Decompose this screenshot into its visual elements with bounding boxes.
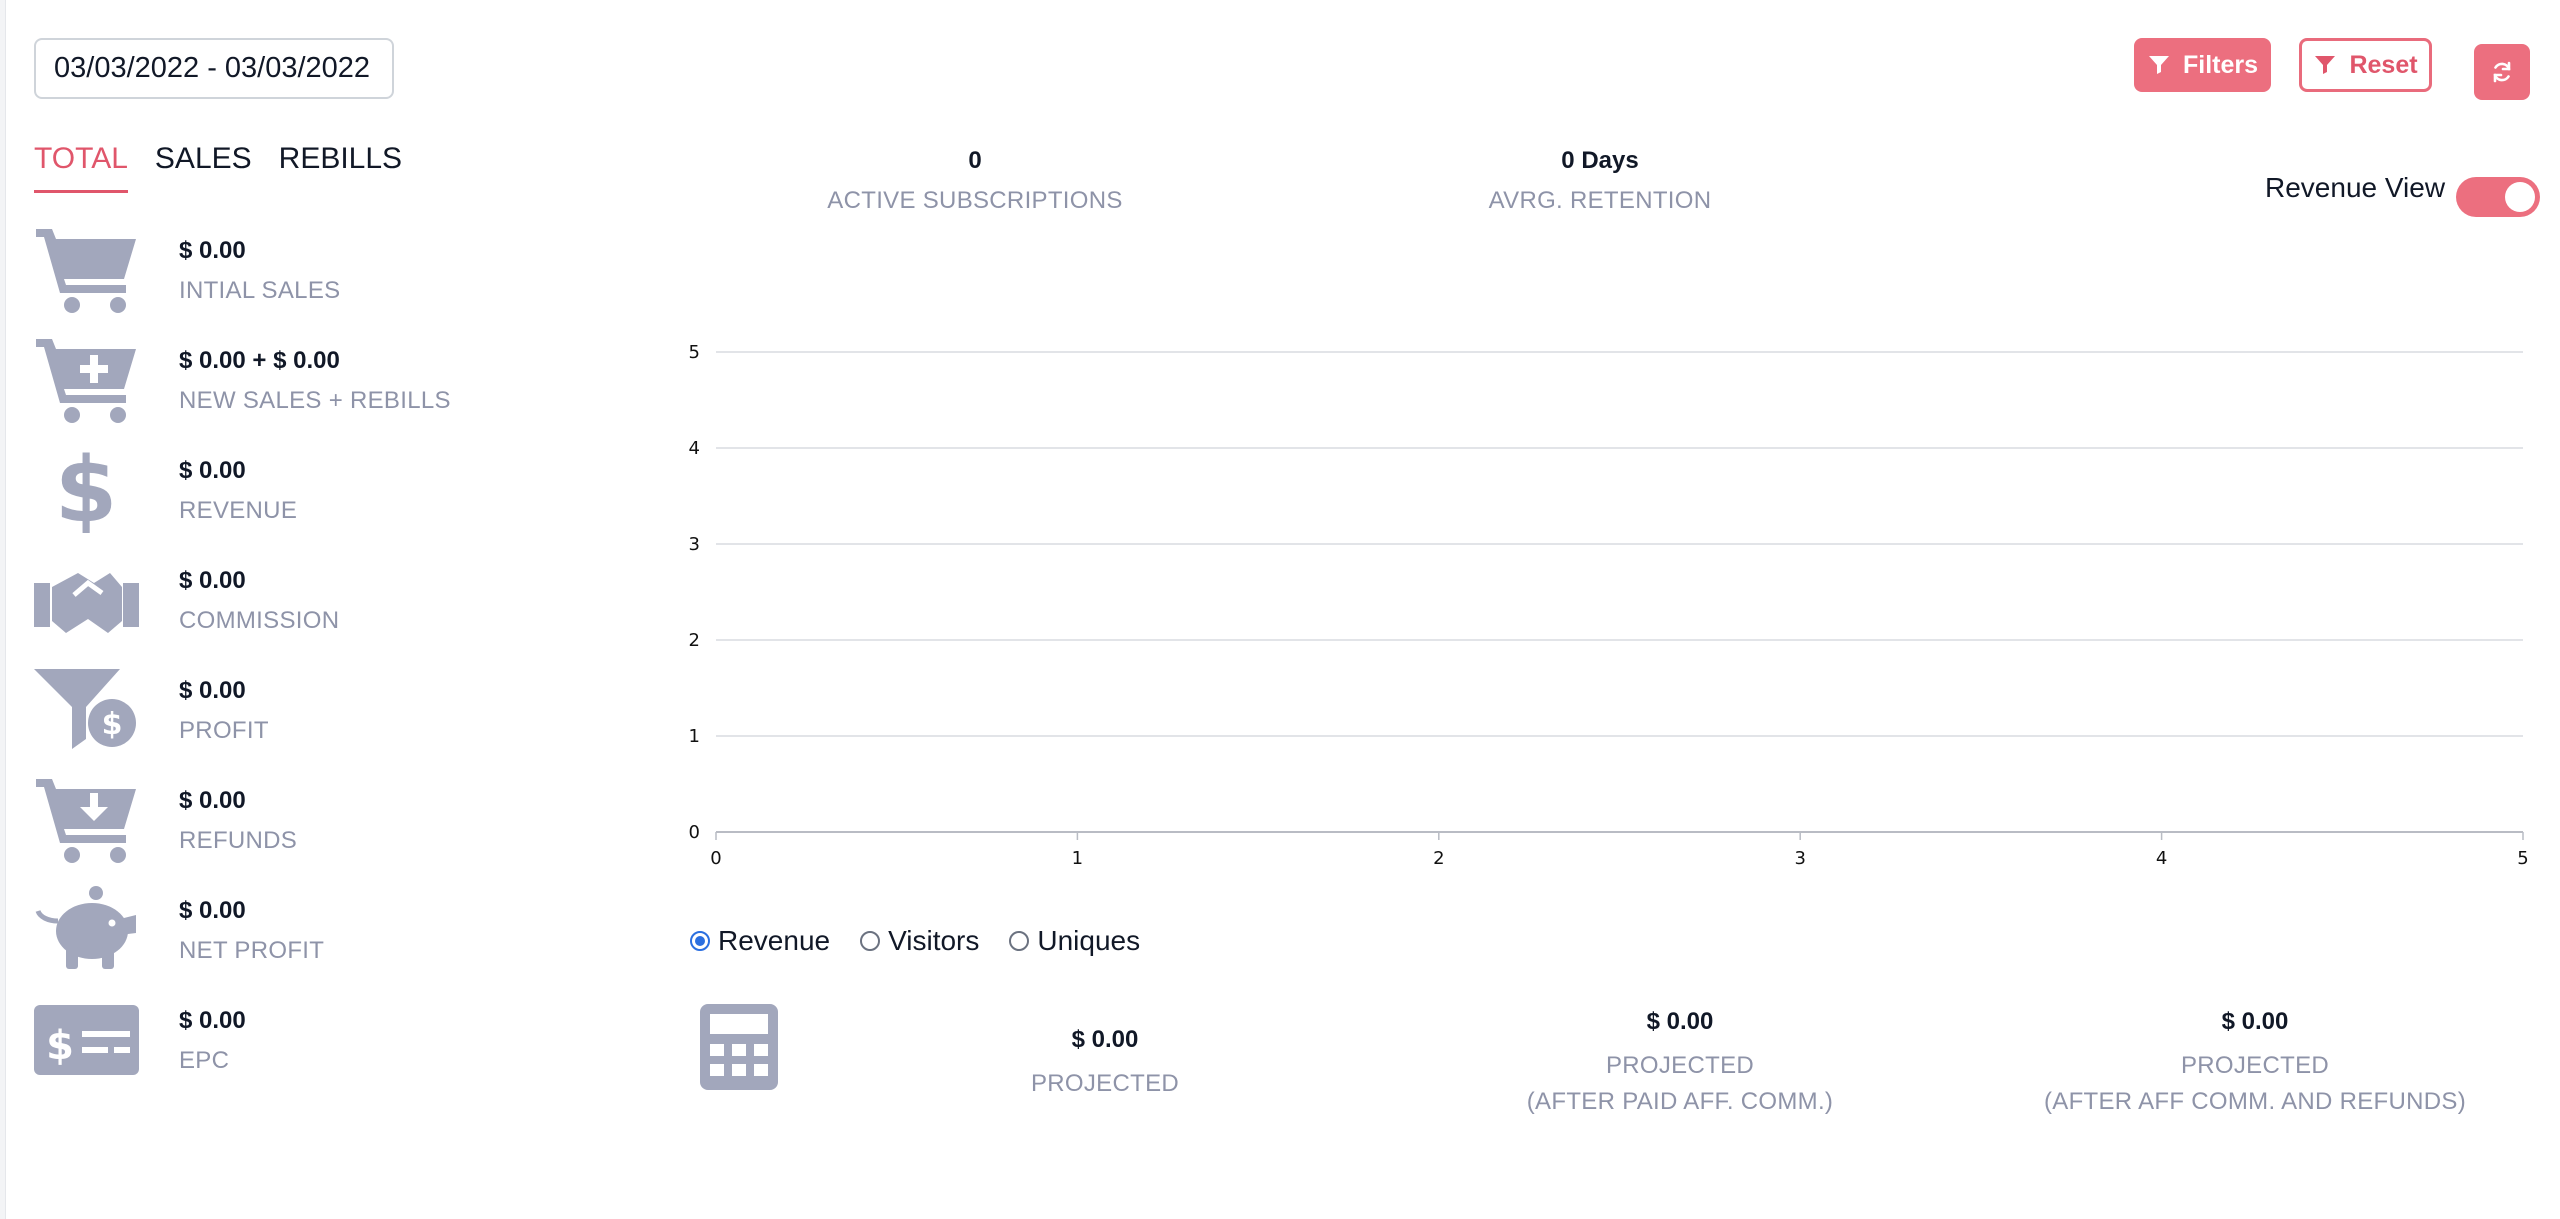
- metric-value: $ 0.00 + $ 0.00: [179, 347, 340, 374]
- metric-value: $ 0.00: [179, 567, 246, 594]
- projected-label-main: PROJECTED: [2180, 1052, 2330, 1079]
- svg-text:$: $: [55, 445, 118, 533]
- metric-label: NET PROFIT: [179, 937, 325, 964]
- metric-label: COMMISSION: [179, 607, 340, 634]
- projected-value: $ 0.00: [1071, 1026, 1139, 1053]
- piggy-bank-icon: [34, 885, 139, 973]
- x-tick-label: 4: [2156, 848, 2167, 869]
- metric-revenue: $ $ 0.00 REVENUE: [34, 438, 534, 543]
- tab-sales[interactable]: SALES: [155, 142, 252, 193]
- y-tick-label: 5: [689, 342, 700, 363]
- projected-value: $ 0.00: [1646, 1008, 1714, 1035]
- projected-label-sub: (AFTER PAID AFF. COMM.): [1526, 1088, 1834, 1115]
- view-tabs: TOTAL SALES REBILLS: [34, 142, 402, 193]
- stat-value: 0 Days: [1561, 147, 1639, 174]
- cart-arrow-down-icon: [34, 775, 139, 863]
- metric-profit: $ $ 0.00 PROFIT: [34, 665, 534, 755]
- metric-label: EPC: [179, 1047, 230, 1074]
- money-check-icon: $: [34, 995, 139, 1083]
- radio-dot[interactable]: [690, 931, 710, 951]
- metric-epc: $ $ 0.00 EPC: [34, 995, 534, 1085]
- y-tick-label: 0: [689, 822, 700, 843]
- y-tick-label: 3: [689, 534, 700, 555]
- projected-label: PROJECTED (AFTER AFF COMM. AND REFUNDS): [2010, 1048, 2500, 1120]
- metric-label: REFUNDS: [179, 827, 298, 854]
- metric-value: $ 0.00: [179, 237, 246, 264]
- x-tick-label: 1: [1072, 848, 1083, 869]
- svg-text:$: $: [46, 1023, 74, 1069]
- x-tick-label: 2: [1433, 848, 1444, 869]
- filter-icon: [2315, 56, 2336, 74]
- left-edge-border: [0, 0, 6, 1219]
- y-tick-label: 4: [689, 438, 700, 459]
- metric-value: $ 0.00: [179, 787, 246, 814]
- projected-total: $ 0.00 PROJECTED: [985, 1026, 1225, 1102]
- metric-label: NEW SALES + REBILLS: [179, 387, 451, 414]
- revenue-view-label: Revenue View: [2265, 172, 2446, 203]
- calculator-icon: [700, 1004, 778, 1090]
- tab-rebills[interactable]: REBILLS: [279, 142, 402, 193]
- refresh-button[interactable]: [2474, 44, 2530, 100]
- radio-revenue[interactable]: Revenue: [690, 925, 830, 957]
- metric-refunds: $ 0.00 REFUNDS: [34, 775, 534, 865]
- filters-button-label: Filters: [2182, 50, 2259, 79]
- revenue-chart: 0 1 2 3 4 5 0 1 2 3 4 5: [689, 342, 2529, 869]
- metric-initial-sales: $ 0.00 INTIAL SALES: [34, 225, 534, 315]
- dollar-icon: $: [34, 438, 139, 543]
- metric-new-sales-rebills: $ 0.00 + $ 0.00 NEW SALES + REBILLS: [34, 335, 534, 425]
- radio-label: Revenue: [718, 925, 831, 956]
- radio-label: Visitors: [888, 925, 980, 956]
- chart-mode-radios: Revenue Visitors Uniques: [690, 925, 1140, 957]
- stat-label: ACTIVE SUBSCRIPTIONS: [827, 187, 1123, 214]
- x-tick-label: 3: [1794, 848, 1805, 869]
- radio-dot[interactable]: [1009, 931, 1030, 951]
- radio-visitors[interactable]: Visitors: [860, 925, 979, 957]
- radio-label: Uniques: [1037, 925, 1141, 956]
- funnel-dollar-icon: $: [34, 665, 139, 753]
- y-tick-label: 2: [689, 630, 700, 651]
- tab-total[interactable]: TOTAL: [34, 142, 128, 193]
- metric-net-profit: $ 0.00 NET PROFIT: [34, 885, 534, 975]
- y-tick-label: 1: [689, 726, 700, 747]
- x-tick-label: 0: [710, 848, 721, 869]
- revenue-view-toggle[interactable]: [2456, 177, 2540, 217]
- stat-active-subscriptions: 0 ACTIVE SUBSCRIPTIONS: [820, 147, 1130, 215]
- stat-value: 0: [968, 147, 982, 174]
- x-tick-label: 5: [2517, 848, 2528, 869]
- projected-label-sub: (AFTER AFF COMM. AND REFUNDS): [2043, 1088, 2467, 1115]
- stat-label: AVRG. RETENTION: [1488, 187, 1712, 214]
- projected-label: PROJECTED (AFTER PAID AFF. COMM.): [1480, 1048, 1880, 1120]
- metric-value: $ 0.00: [179, 677, 246, 704]
- metric-label: PROFIT: [179, 717, 269, 744]
- metric-label: INTIAL SALES: [179, 277, 341, 304]
- date-range-picker[interactable]: 03/03/2022 - 03/03/2022: [34, 38, 394, 99]
- refresh-icon: [2493, 61, 2511, 83]
- reset-button[interactable]: Reset: [2299, 38, 2432, 92]
- cart-icon: [34, 225, 139, 313]
- toggle-knob: [2505, 182, 2535, 212]
- metric-value: $ 0.00: [179, 1007, 246, 1034]
- projected-label: PROJECTED: [1030, 1070, 1180, 1097]
- metric-commission: $ 0.00 COMMISSION: [34, 555, 534, 645]
- metric-value: $ 0.00: [179, 457, 246, 484]
- reset-button-label: Reset: [2349, 50, 2418, 79]
- radio-dot[interactable]: [860, 931, 881, 951]
- projected-after-aff-refunds: $ 0.00 PROJECTED (AFTER AFF COMM. AND REF…: [2010, 1008, 2500, 1120]
- handshake-icon: [34, 555, 139, 643]
- metric-value: $ 0.00: [179, 897, 246, 924]
- filters-button[interactable]: Filters: [2134, 38, 2271, 92]
- stat-avg-retention: 0 Days AVRG. RETENTION: [1440, 147, 1760, 215]
- projected-after-paid-aff: $ 0.00 PROJECTED (AFTER PAID AFF. COMM.): [1480, 1008, 1880, 1120]
- projected-value: $ 0.00: [2221, 1008, 2289, 1035]
- filter-icon: [2148, 56, 2169, 74]
- radio-uniques[interactable]: Uniques: [1009, 925, 1140, 957]
- projected-label-main: PROJECTED: [1605, 1052, 1755, 1079]
- svg-text:$: $: [102, 707, 123, 742]
- metric-label: REVENUE: [179, 497, 298, 524]
- cart-plus-icon: [34, 335, 139, 423]
